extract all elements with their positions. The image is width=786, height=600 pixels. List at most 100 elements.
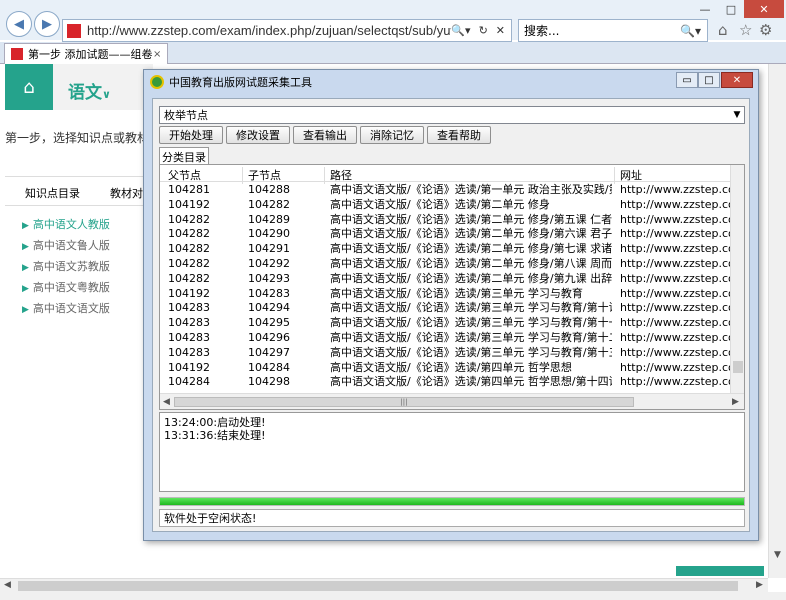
tab-strip: 第一步 添加试题——组卷 × (0, 42, 786, 64)
column-header-parent[interactable]: 父节点 (168, 167, 201, 183)
settings-gear-icon[interactable]: ⚙ (759, 21, 772, 39)
page-scroll-thumb[interactable] (18, 581, 738, 591)
table-row[interactable]: 104283 104297 高中语文语文版/《论语》选读/第三单元 学习与教育/第十… (160, 346, 730, 361)
cell-url: http://www.zzstep.com (620, 197, 730, 211)
tree-item[interactable]: ▶ 高中语文粤教版 (22, 278, 110, 299)
list-horizontal-scrollbar[interactable]: ◀ ||| ▶ (160, 393, 744, 409)
cell-child: 104295 (248, 316, 290, 330)
dialog-minimize-icon[interactable]: ▭ (676, 72, 698, 88)
dialog-close-icon[interactable]: ✕ (721, 72, 753, 88)
refresh-icon[interactable]: ↻ (479, 24, 488, 37)
address-url[interactable]: http://www.zzstep.com/exam/index.php/zuj… (87, 23, 451, 38)
address-bar[interactable]: http://www.zzstep.com/exam/index.php/zuj… (62, 19, 512, 42)
table-row[interactable]: 104282 104293 高中语文语文版/《论语》选读/第二单元 修身/第九课 出… (160, 272, 730, 287)
progress-fill (160, 498, 744, 505)
table-row[interactable]: 104282 104290 高中语文语文版/《论语》选读/第二单元 修身/第六课 君… (160, 227, 730, 242)
cell-path: 高中语文语文版/《论语》选读/第三单元 学习与教育/第十三... (330, 345, 612, 359)
settings-button[interactable]: 修改设置 (226, 126, 290, 144)
tab-knowledge-catalog[interactable]: 知识点目录 (25, 185, 80, 201)
combo-arrow-icon[interactable]: ▼ (730, 110, 744, 120)
cell-parent: 104282 (168, 212, 210, 226)
view-output-button[interactable]: 查看输出 (293, 126, 357, 144)
table-row[interactable]: 104283 104295 高中语文语文版/《论语》选读/第三单元 学习与教育/第十… (160, 316, 730, 331)
help-button[interactable]: 查看帮助 (427, 126, 491, 144)
page-horizontal-scrollbar[interactable]: ◀ ▶ (0, 578, 768, 592)
column-header-child[interactable]: 子节点 (248, 167, 281, 183)
table-row[interactable]: 104192 104282 高中语文语文版/《论语》选读/第二单元 修身 http:/… (160, 198, 730, 213)
cell-url: http://www.zzstep.com (620, 271, 730, 285)
table-row[interactable]: 104283 104294 高中语文语文版/《论语》选读/第三单元 学习与教育/第十… (160, 301, 730, 316)
list-scroll-right-icon[interactable]: ▶ (732, 397, 739, 407)
cell-parent: 104282 (168, 271, 210, 285)
dialog-maximize-icon[interactable]: □ (698, 72, 720, 88)
back-icon[interactable]: ◀ (6, 11, 32, 37)
favorites-star-icon[interactable]: ☆ (739, 21, 752, 39)
search-icon[interactable]: 🔍▾ (680, 24, 707, 38)
table-row[interactable]: 104192 104283 高中语文语文版/《论语》选读/第三单元 学习与教育 htt… (160, 287, 730, 302)
list-vertical-scrollbar[interactable] (730, 165, 744, 393)
cell-url: http://www.zzstep.com (620, 286, 730, 300)
scroll-left-icon[interactable]: ◀ (4, 580, 11, 590)
log-textbox[interactable]: 13:24:00:启动处理! 13:31:36:结束处理! (159, 412, 745, 492)
search-box[interactable]: 搜索... 🔍▾ (518, 19, 708, 42)
log-line: 13:31:36:结束处理! (164, 429, 266, 442)
table-row[interactable]: 104284 104298 高中语文语文版/《论语》选读/第四单元 哲学思想/第十四… (160, 375, 730, 390)
column-header-path[interactable]: 路径 (330, 167, 352, 183)
table-row[interactable]: 104192 104284 高中语文语文版/《论语》选读/第四单元 哲学思想 http… (160, 361, 730, 376)
cell-child: 104297 (248, 345, 290, 359)
list-hscroll-thumb[interactable]: ||| (174, 397, 634, 407)
table-row[interactable]: 104281 104288 高中语文语文版/《论语》选读/第一单元 政治主张及实践/… (160, 183, 730, 198)
minimize-icon[interactable]: — (692, 0, 718, 18)
tree-item[interactable]: ▶ 高中语文语文版 (22, 299, 110, 320)
cell-parent: 104192 (168, 360, 210, 374)
subject-selector[interactable]: 语文∨ (68, 78, 111, 103)
list-scroll-thumb[interactable] (733, 361, 743, 373)
tree-item[interactable]: ▶ 高中语文鲁人版 (22, 236, 110, 257)
cell-path: 高中语文语文版/《论语》选读/第二单元 修身/第五课 仁者爱人 (330, 212, 612, 226)
table-row[interactable]: 104282 104291 高中语文语文版/《论语》选读/第二单元 修身/第七课 求… (160, 242, 730, 257)
mode-combobox[interactable]: 枚举节点 ▼ (159, 106, 745, 124)
page-vertical-scrollbar[interactable]: ▼ (768, 64, 786, 578)
tab-category-catalog[interactable]: 分类目录 (159, 147, 209, 165)
cell-path: 高中语文语文版/《论语》选读/第三单元 学习与教育/第十一... (330, 316, 612, 330)
home-button[interactable]: ⌂ (5, 64, 53, 110)
cell-path: 高中语文语文版/《论语》选读/第二单元 修身/第七课 求诸己 (330, 242, 612, 256)
scroll-right-icon[interactable]: ▶ (756, 580, 763, 590)
column-header-url[interactable]: 网址 (620, 167, 642, 183)
dialog-titlebar[interactable]: 中国教育出版网试题采集工具 ▭ □ ✕ (144, 70, 758, 94)
tab-favicon-icon (11, 48, 23, 60)
scroll-down-icon[interactable]: ▼ (774, 550, 781, 560)
table-row[interactable]: 104282 104289 高中语文语文版/《论语》选读/第二单元 修身/第五课 仁… (160, 213, 730, 228)
cell-url: http://www.zzstep.com (620, 316, 730, 330)
dialog-body: 枚举节点 ▼ 开始处理 修改设置 查看输出 消除记忆 查看帮助 分类目录 父节点… (152, 98, 750, 532)
list-scroll-left-icon[interactable]: ◀ (163, 397, 170, 407)
browser-tab[interactable]: 第一步 添加试题——组卷 × (4, 43, 168, 64)
search-input[interactable]: 搜索... (524, 22, 680, 39)
search-dropdown-icon[interactable]: 🔍▾ (451, 24, 470, 37)
clear-memory-button[interactable]: 消除记忆 (360, 126, 424, 144)
cell-child: 104291 (248, 242, 290, 256)
chevron-down-icon: ∨ (102, 88, 111, 101)
maximize-icon[interactable]: □ (718, 0, 744, 18)
cell-child: 104292 (248, 256, 290, 270)
close-icon[interactable]: ✕ (744, 0, 784, 18)
start-button[interactable]: 开始处理 (159, 126, 223, 144)
cell-url: http://www.zzstep.com (620, 375, 730, 389)
cell-child: 104289 (248, 212, 290, 226)
forward-icon[interactable]: ▶ (34, 11, 60, 37)
table-row[interactable]: 104283 104296 高中语文语文版/《论语》选读/第三单元 学习与教育/第十… (160, 331, 730, 346)
cell-url: http://www.zzstep.com (620, 183, 730, 196)
tab-textbook[interactable]: 教材对 (110, 185, 143, 201)
home-icon[interactable]: ⌂ (718, 21, 728, 39)
progress-bar (159, 497, 745, 506)
category-listview[interactable]: 父节点 子节点 路径 网址 104281 104288 高中语文语文版/《论语》选读… (159, 164, 745, 410)
step-heading: 第一步，选择知识点或教材 (5, 131, 150, 145)
cell-parent: 104192 (168, 197, 210, 211)
tab-close-icon[interactable]: × (153, 49, 167, 60)
table-row[interactable]: 104282 104292 高中语文语文版/《论语》选读/第二单元 修身/第八课 周… (160, 257, 730, 272)
stop-icon[interactable]: ✕ (496, 24, 505, 37)
cell-path: 高中语文语文版/《论语》选读/第二单元 修身/第八课 周而不比 (330, 256, 612, 270)
tree-item[interactable]: ▶ 高中语文苏教版 (22, 257, 110, 278)
triangle-right-icon: ▶ (22, 242, 29, 252)
tree-item[interactable]: ▶ 高中语文人教版 (22, 215, 110, 236)
